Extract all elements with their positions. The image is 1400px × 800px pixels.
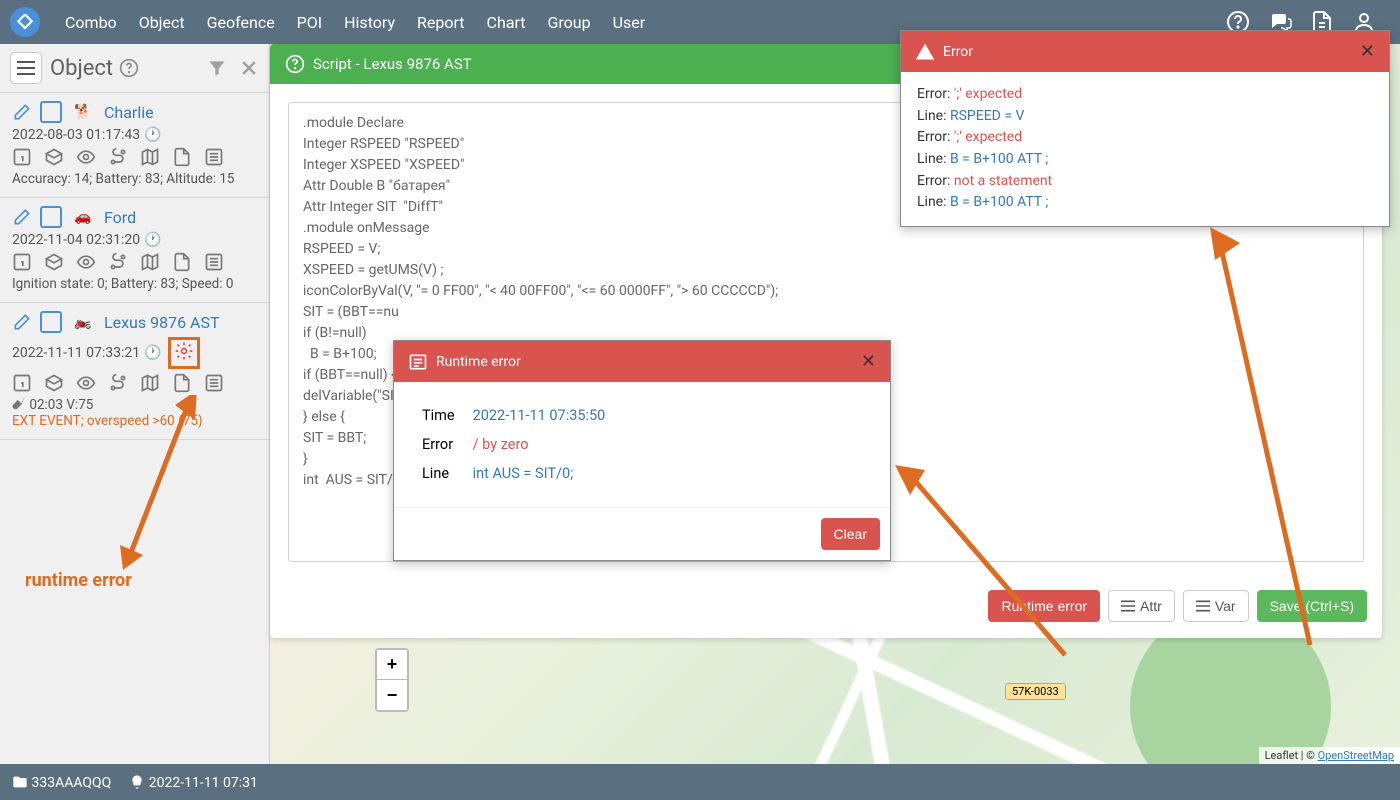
nav-geofence[interactable]: Geofence bbox=[197, 7, 285, 38]
dialog-title: Error bbox=[943, 44, 973, 60]
list-icon[interactable] bbox=[204, 373, 224, 393]
info-icon[interactable] bbox=[12, 147, 32, 167]
logo[interactable] bbox=[10, 7, 40, 37]
nav-group[interactable]: Group bbox=[538, 7, 601, 38]
zoom-out-button[interactable]: − bbox=[377, 680, 407, 710]
car-icon: 🚗 bbox=[70, 209, 96, 225]
object-name[interactable]: Ford bbox=[104, 208, 136, 227]
file-icon[interactable] bbox=[172, 252, 192, 272]
clock-icon: 🕐 bbox=[144, 232, 161, 248]
sidebar: Object 🐕 Charlie 2022-08-03 01:17:43 🕐 bbox=[0, 44, 270, 764]
motorcycle-icon: 🏍️ bbox=[70, 314, 96, 330]
map-marker[interactable]: 57K-0033 bbox=[1005, 683, 1066, 700]
error-value: / by zero bbox=[465, 431, 614, 458]
line-label: Line bbox=[414, 460, 463, 487]
checkbox[interactable] bbox=[40, 206, 62, 228]
error-label: Error bbox=[414, 431, 463, 458]
map-icon[interactable] bbox=[140, 252, 160, 272]
save-button[interactable]: Save (Ctrl+S) bbox=[1257, 590, 1367, 622]
var-button[interactable]: Var bbox=[1183, 590, 1249, 622]
nav-object[interactable]: Object bbox=[129, 7, 195, 38]
map-attribution: Leaflet | © OpenStreetMap bbox=[1259, 747, 1400, 764]
edit-icon[interactable] bbox=[12, 207, 32, 227]
error-body: Error: ';' expectedLine: RSPEED = VError… bbox=[901, 72, 1389, 226]
hamburger-button[interactable] bbox=[10, 52, 42, 84]
edit-icon[interactable] bbox=[12, 312, 32, 332]
object-event: EXT EVENT; overspeed >60 (75) bbox=[12, 413, 257, 429]
object-info: Ignition state: 0; Battery: 83; Speed: 0 bbox=[12, 276, 257, 292]
object-item[interactable]: 🐕 Charlie 2022-08-03 01:17:43 🕐 Accuracy… bbox=[0, 93, 269, 198]
object-name[interactable]: Charlie bbox=[104, 103, 154, 122]
nav-poi[interactable]: POI bbox=[287, 7, 332, 38]
clock-icon: 🕐 bbox=[144, 127, 161, 143]
route-icon[interactable] bbox=[108, 252, 128, 272]
nav-chart[interactable]: Chart bbox=[477, 7, 536, 38]
eye-icon[interactable] bbox=[76, 147, 96, 167]
zoom-control: + − bbox=[375, 648, 409, 712]
nav-combo[interactable]: Combo bbox=[55, 7, 127, 38]
attr-button[interactable]: Attr bbox=[1108, 590, 1175, 622]
route-icon[interactable] bbox=[108, 373, 128, 393]
clear-button[interactable]: Clear bbox=[821, 518, 880, 550]
object-name[interactable]: Lexus 9876 AST bbox=[104, 313, 220, 332]
zoom-in-button[interactable]: + bbox=[377, 650, 407, 680]
eye-icon[interactable] bbox=[76, 252, 96, 272]
gear-icon[interactable] bbox=[168, 337, 200, 369]
box-icon[interactable] bbox=[44, 252, 64, 272]
folder-indicator[interactable]: 333AAAQQQ bbox=[12, 774, 111, 791]
annotation-label: runtime error bbox=[25, 570, 132, 591]
map-icon[interactable] bbox=[140, 373, 160, 393]
info-icon[interactable] bbox=[12, 373, 32, 393]
warning-icon bbox=[915, 42, 935, 62]
map-icon[interactable] bbox=[140, 147, 160, 167]
bottombar: 333AAAQQQ 2022-11-11 07:31 bbox=[0, 764, 1400, 800]
close-icon[interactable] bbox=[239, 58, 259, 78]
edit-icon[interactable] bbox=[12, 102, 32, 122]
clock-icon: 🕐 bbox=[144, 345, 161, 361]
list-icon[interactable] bbox=[204, 147, 224, 167]
list-icon bbox=[408, 352, 428, 372]
osm-link[interactable]: OpenStreetMap bbox=[1318, 749, 1394, 762]
checkbox[interactable] bbox=[40, 101, 62, 123]
error-dialog: Error ✕ Error: ';' expectedLine: RSPEED … bbox=[900, 30, 1390, 227]
time-value: 2022-11-11 07:35:50 bbox=[465, 402, 614, 429]
object-timestamp: 2022-11-04 02:31:20 bbox=[12, 232, 140, 248]
dialog-title: Runtime error bbox=[436, 354, 521, 370]
help-circle-icon[interactable] bbox=[119, 58, 139, 78]
close-icon[interactable]: ✕ bbox=[1360, 41, 1375, 62]
object-timestamp: 2022-11-11 07:33:21 bbox=[12, 345, 140, 361]
file-icon[interactable] bbox=[172, 373, 192, 393]
object-item[interactable]: 🚗 Ford 2022-11-04 02:31:20 🕐 Ignition st… bbox=[0, 198, 269, 303]
checkbox[interactable] bbox=[40, 311, 62, 333]
object-info: Accuracy: 14; Battery: 83; Altitude: 15 bbox=[12, 171, 257, 187]
list-icon[interactable] bbox=[204, 252, 224, 272]
time-label: Time bbox=[414, 402, 463, 429]
file-icon[interactable] bbox=[172, 147, 192, 167]
eye-icon[interactable] bbox=[76, 373, 96, 393]
route-icon[interactable] bbox=[108, 147, 128, 167]
box-icon[interactable] bbox=[44, 147, 64, 167]
nav-links: Combo Object Geofence POI History Report… bbox=[55, 7, 655, 38]
line-value: int AUS = SIT/0; bbox=[465, 460, 614, 487]
nav-user[interactable]: User bbox=[603, 7, 656, 38]
nav-history[interactable]: History bbox=[334, 7, 405, 38]
help-circle-icon[interactable] bbox=[285, 54, 305, 74]
sidebar-title: Object bbox=[50, 56, 207, 81]
close-icon[interactable]: ✕ bbox=[861, 351, 876, 372]
runtime-error-dialog: Runtime error ✕ Time2022-11-11 07:35:50 … bbox=[393, 340, 891, 561]
object-item[interactable]: 🏍️ Lexus 9876 AST 2022-11-11 07:33:21 🕐 … bbox=[0, 303, 269, 440]
box-icon[interactable] bbox=[44, 373, 64, 393]
filter-icon[interactable] bbox=[207, 58, 227, 78]
object-key-line: 02:03 V:75 bbox=[12, 397, 257, 413]
nav-report[interactable]: Report bbox=[407, 7, 475, 38]
info-icon[interactable] bbox=[12, 252, 32, 272]
dog-icon: 🐕 bbox=[70, 104, 96, 120]
object-timestamp: 2022-08-03 01:17:43 bbox=[12, 127, 140, 143]
time-indicator: 2022-11-11 07:31 bbox=[129, 774, 258, 791]
runtime-error-button[interactable]: Runtime error bbox=[988, 590, 1100, 622]
